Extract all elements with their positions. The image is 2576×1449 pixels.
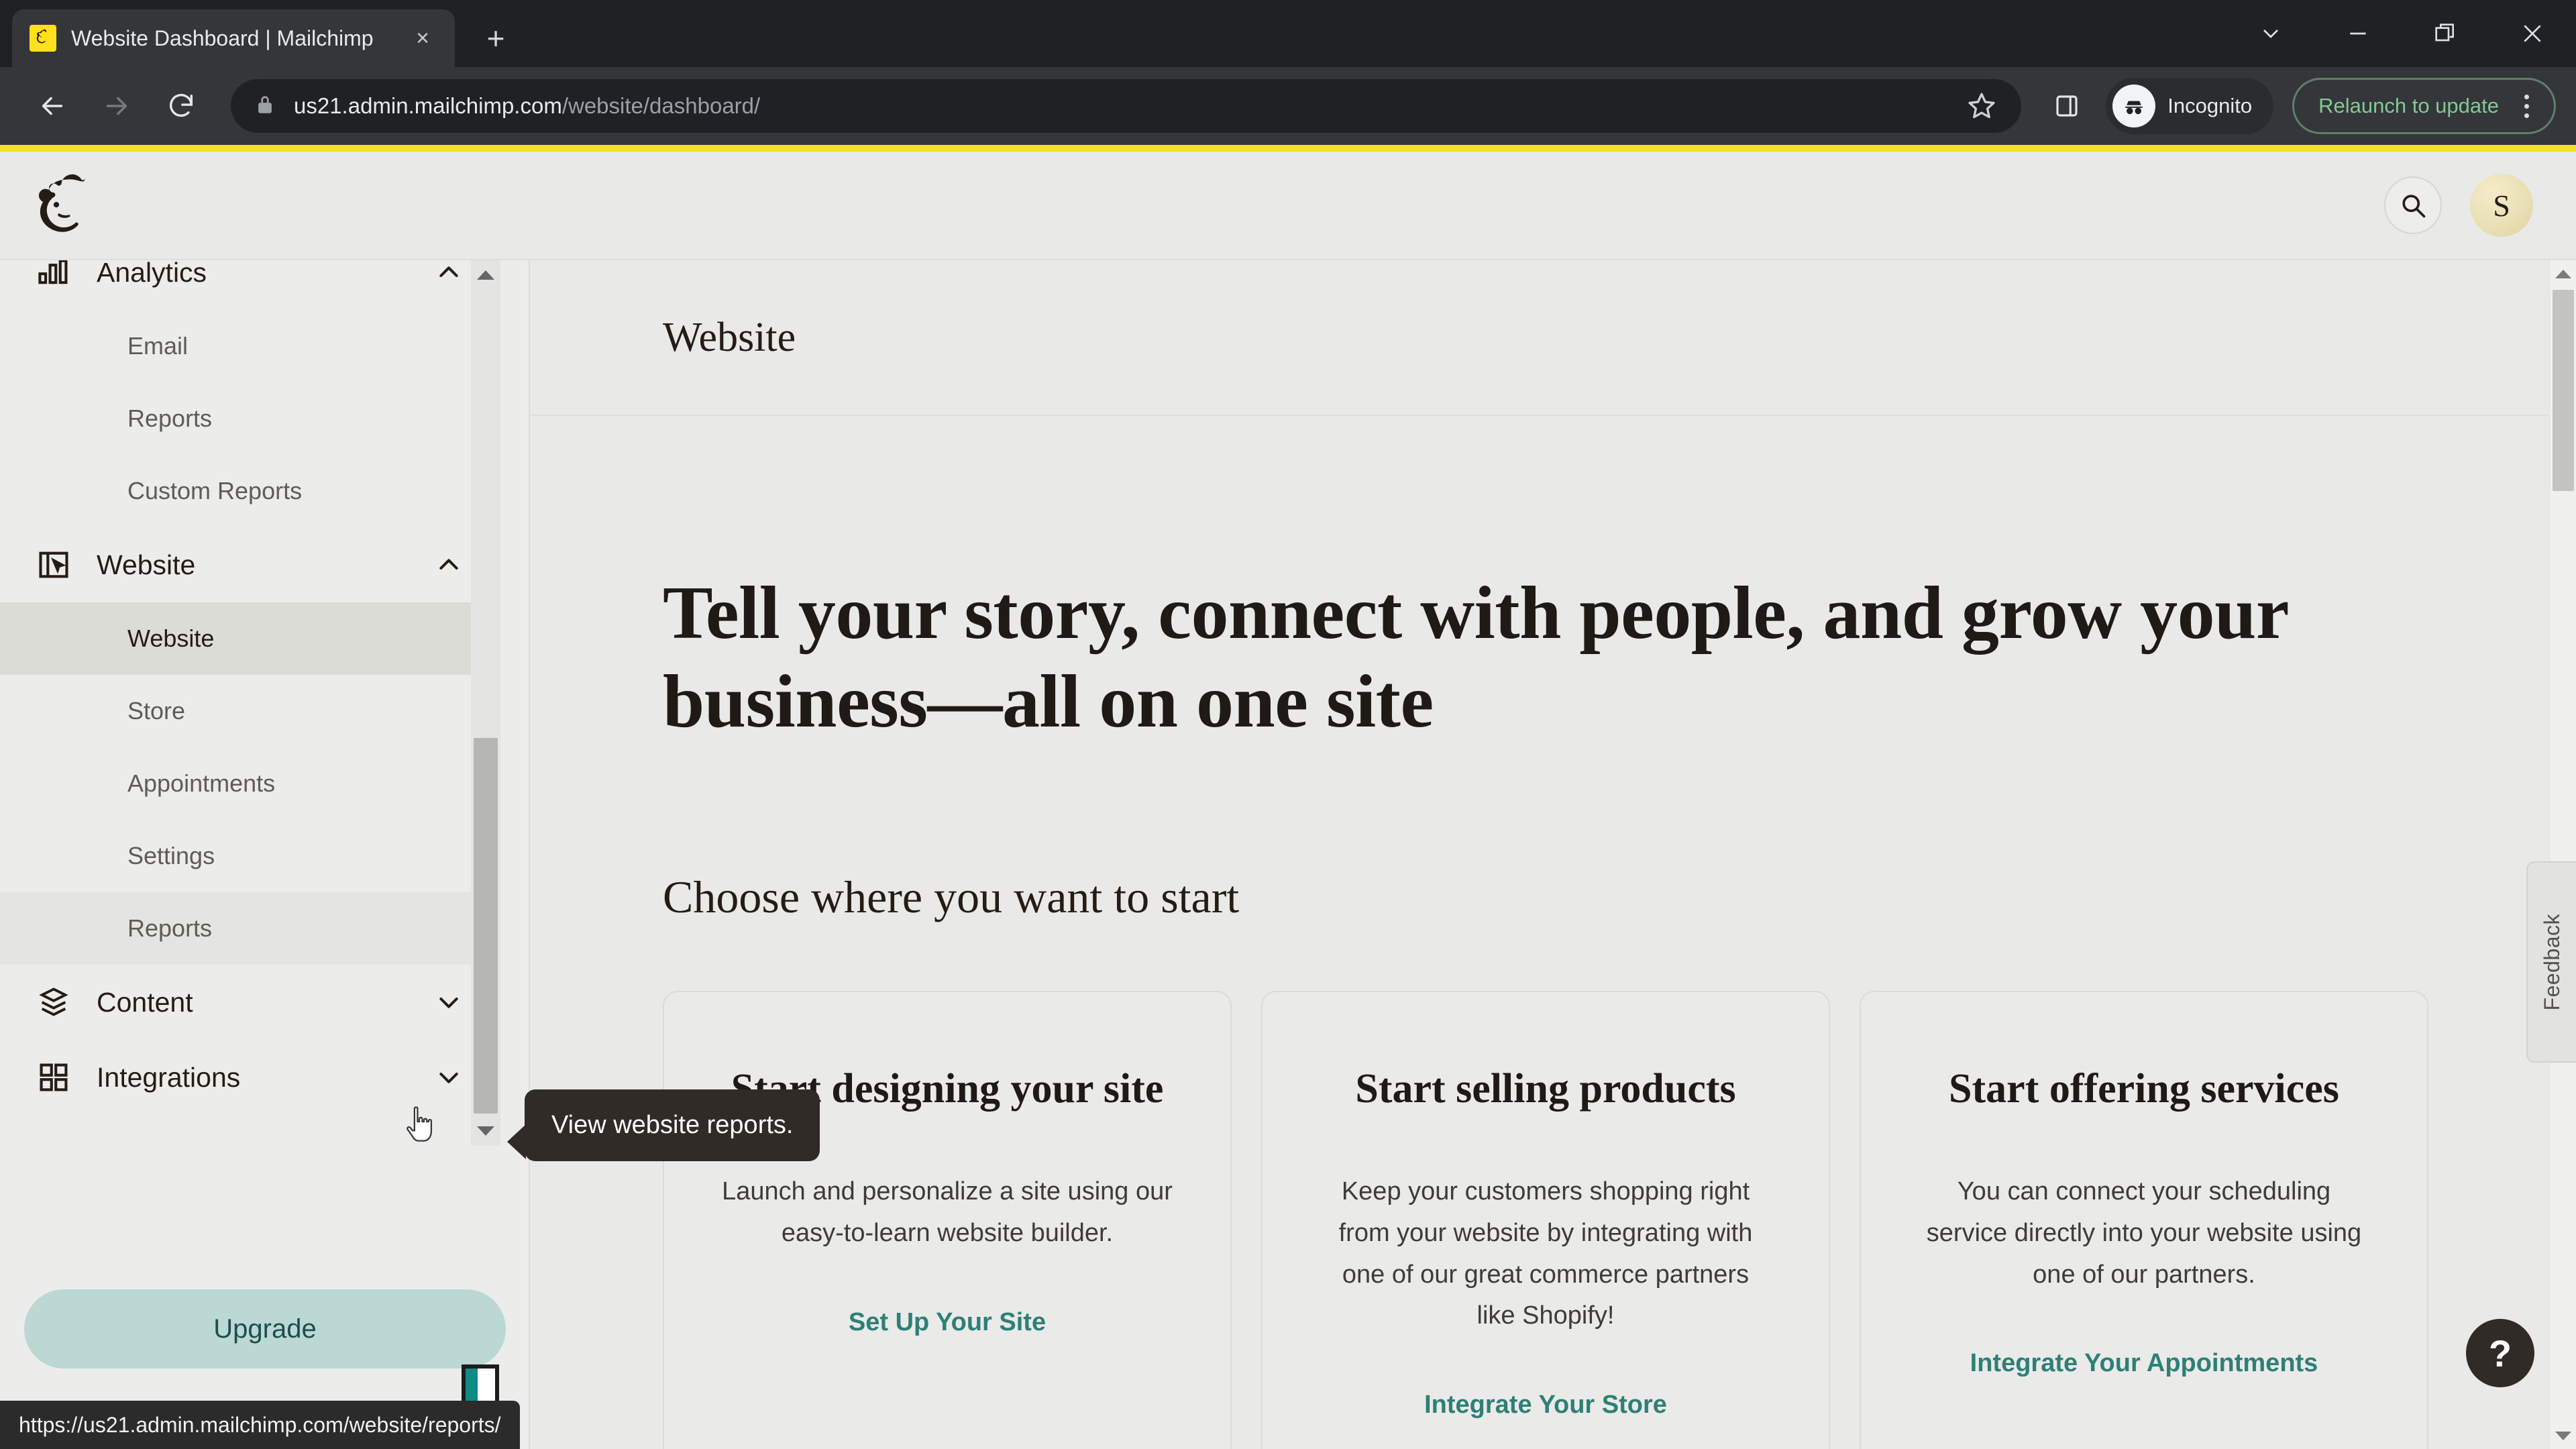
page-scrollbar[interactable] xyxy=(2549,260,2576,1449)
restore-icon[interactable] xyxy=(2402,0,2489,67)
section-title: Choose where you want to start xyxy=(663,871,1240,923)
sidebar-group-label: Content xyxy=(97,986,193,1018)
status-bar-url: https://us21.admin.mailchimp.com/website… xyxy=(0,1401,520,1449)
main-content: Website Tell your story, connect with pe… xyxy=(530,260,2549,1449)
page-viewport: S Analytics Email Reports Custom Reports… xyxy=(0,145,2576,1449)
card-title: Start offering services xyxy=(1949,1066,2339,1112)
bookmark-star-icon[interactable] xyxy=(1965,89,1998,123)
search-icon[interactable] xyxy=(2384,176,2442,234)
relaunch-label: Relaunch to update xyxy=(2318,94,2499,117)
close-icon[interactable]: × xyxy=(408,23,437,53)
sidebar-group-analytics[interactable]: Analytics xyxy=(0,260,500,310)
relaunch-to-update-button[interactable]: Relaunch to update xyxy=(2292,78,2556,134)
hero-heading: Tell your story, connect with people, an… xyxy=(663,572,2288,744)
website-pointer-icon xyxy=(35,546,72,584)
url-text: us21.admin.mailchimp.com/website/dashboa… xyxy=(294,93,760,119)
feedback-tab[interactable]: Feedback xyxy=(2526,861,2576,1063)
minimize-icon[interactable] xyxy=(2314,0,2402,67)
card-body: Keep your customers shopping right from … xyxy=(1338,1177,1753,1330)
sidebar-item-reports[interactable]: Reports xyxy=(0,382,500,455)
sidebar-item-email[interactable]: Email xyxy=(0,310,500,382)
scroll-down-arrow-icon[interactable] xyxy=(2550,1422,2576,1449)
scroll-up-arrow-icon[interactable] xyxy=(471,260,500,290)
card-start-offering-services[interactable]: Start offering services You can connect … xyxy=(1860,991,2428,1449)
content-stack-icon xyxy=(35,983,72,1021)
avatar[interactable]: S xyxy=(2470,174,2533,237)
card-body: Launch and personalize a site using our … xyxy=(722,1177,1173,1248)
feedback-label: Feedback xyxy=(2539,913,2564,1011)
sidebar-item-custom-reports[interactable]: Custom Reports xyxy=(0,455,500,527)
window-controls xyxy=(2227,0,2576,67)
card-start-selling[interactable]: Start selling products Keep your custome… xyxy=(1261,991,1830,1449)
card-start-designing[interactable]: Start designing your site Launch and per… xyxy=(663,991,1232,1449)
page-scrollbar-thumb[interactable] xyxy=(2553,290,2574,491)
card-link-integrate-your-store[interactable]: Integrate Your Store xyxy=(1424,1391,1667,1419)
bar-chart-icon xyxy=(35,260,72,291)
new-tab-button[interactable]: + xyxy=(474,16,518,60)
card-title: Start selling products xyxy=(1355,1066,1736,1112)
back-arrow-icon[interactable] xyxy=(20,74,85,138)
sidebar-group-label: Integrations xyxy=(97,1061,241,1093)
tab-strip: Website Dashboard | Mailchimp × + xyxy=(0,0,2576,67)
url-path: /website/dashboard/ xyxy=(561,93,761,118)
scroll-up-arrow-icon[interactable] xyxy=(2550,260,2576,287)
page-loading-bar xyxy=(0,145,2576,152)
address-bar[interactable]: us21.admin.mailchimp.com/website/dashboa… xyxy=(231,79,2022,133)
sidebar-item-store[interactable]: Store xyxy=(0,675,500,747)
sidebar-group-label: Website xyxy=(97,549,196,580)
grid-squares-icon xyxy=(35,1059,72,1096)
upgrade-button[interactable]: Upgrade xyxy=(24,1289,506,1368)
sidebar-scroll-content: Analytics Email Reports Custom Reports W… xyxy=(0,260,500,1115)
browser-window: Website Dashboard | Mailchimp × + us21.a… xyxy=(0,0,2576,1449)
help-button[interactable]: ? xyxy=(2466,1319,2534,1387)
chevron-down-icon[interactable] xyxy=(435,989,462,1016)
page-header: Website xyxy=(530,260,2549,416)
start-options-cards: Start designing your site Launch and per… xyxy=(663,991,2549,1449)
sidebar-group-label: Analytics xyxy=(97,260,207,288)
browser-toolbar: us21.admin.mailchimp.com/website/dashboa… xyxy=(0,67,2576,145)
chevron-up-icon[interactable] xyxy=(435,260,462,286)
reload-icon[interactable] xyxy=(149,74,213,138)
tooltip: View website reports. xyxy=(506,1089,820,1161)
sidebar-item-website-reports[interactable]: Reports xyxy=(0,892,500,965)
app-header-actions: S xyxy=(2384,174,2533,237)
sidebar-scrollbar-thumb[interactable] xyxy=(474,738,498,1114)
window-close-icon[interactable] xyxy=(2489,0,2576,67)
chevron-up-icon[interactable] xyxy=(435,551,462,578)
app-header: S xyxy=(0,152,2576,260)
incognito-icon xyxy=(2112,85,2156,127)
chrome-menu-icon[interactable] xyxy=(2508,83,2544,129)
card-body: You can connect your scheduling service … xyxy=(1926,1177,2362,1289)
side-panel-icon[interactable] xyxy=(2036,75,2098,137)
mailchimp-favicon-icon xyxy=(30,25,56,52)
sidebar-group-content[interactable]: Content xyxy=(0,965,500,1040)
card-link-set-up-your-site[interactable]: Set Up Your Site xyxy=(849,1308,1046,1336)
sidebar-item-appointments[interactable]: Appointments xyxy=(0,747,500,820)
card-link-integrate-your-appointments[interactable]: Integrate Your Appointments xyxy=(1970,1349,2318,1377)
page-title: Website xyxy=(663,314,796,360)
sidebar: Analytics Email Reports Custom Reports W… xyxy=(0,260,530,1449)
incognito-label: Incognito xyxy=(2167,94,2253,117)
chevron-down-icon[interactable] xyxy=(2227,0,2314,67)
incognito-indicator[interactable]: Incognito xyxy=(2106,78,2274,134)
tab-title: Website Dashboard | Mailchimp xyxy=(71,25,374,50)
mailchimp-logo-icon[interactable] xyxy=(27,168,101,242)
sidebar-group-website[interactable]: Website xyxy=(0,527,500,602)
sidebar-scrollbar[interactable] xyxy=(471,260,500,1146)
lock-icon xyxy=(254,93,276,119)
scroll-down-arrow-icon[interactable] xyxy=(471,1116,500,1146)
browser-tab[interactable]: Website Dashboard | Mailchimp × xyxy=(12,9,455,67)
url-host: us21.admin.mailchimp.com xyxy=(294,93,562,118)
sidebar-item-website[interactable]: Website xyxy=(0,602,500,675)
sidebar-item-settings[interactable]: Settings xyxy=(0,820,500,892)
forward-arrow-icon[interactable] xyxy=(85,74,149,138)
mouse-cursor xyxy=(402,1104,437,1147)
chevron-down-icon[interactable] xyxy=(435,1064,462,1091)
hero-section: Tell your story, connect with people, an… xyxy=(530,416,2549,746)
